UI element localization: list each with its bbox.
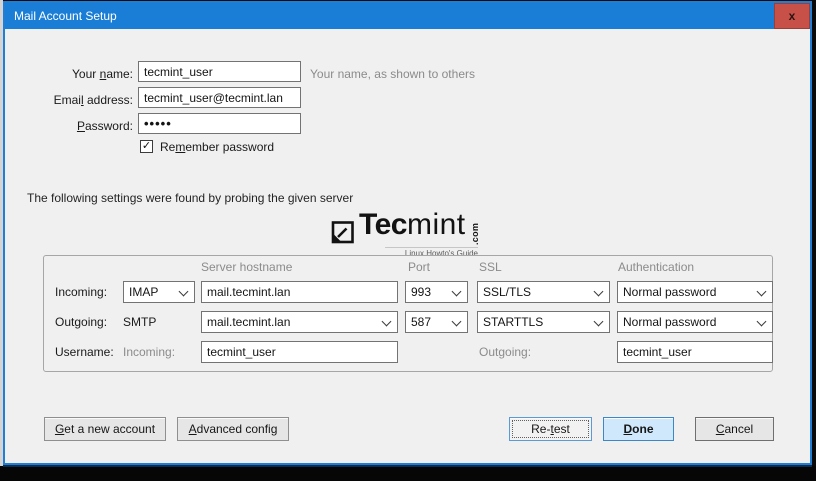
close-icon: x <box>789 9 796 23</box>
outgoing-hostname-select[interactable]: mail.tecmint.lan <box>201 311 398 333</box>
tecmint-arrow-icon <box>330 220 355 245</box>
checkmark-icon: ✓ <box>141 141 152 152</box>
remember-password-checkbox[interactable]: ✓ <box>140 140 153 153</box>
column-header-ssl: SSL <box>479 260 502 274</box>
chevron-down-icon <box>452 287 462 297</box>
email-address-input[interactable] <box>138 87 301 108</box>
email-address-label: Email address: <box>15 93 133 107</box>
username-row-label: Username: <box>55 345 114 359</box>
incoming-auth-value: Normal password <box>623 285 716 299</box>
outgoing-auth-select[interactable]: Normal password <box>617 311 773 333</box>
tecmint-logo: Tecmint .com Linux Howto's Guide <box>330 214 490 258</box>
incoming-auth-select[interactable]: Normal password <box>617 281 773 303</box>
dialog-title: Mail Account Setup <box>14 3 117 29</box>
incoming-protocol-select[interactable]: IMAP <box>123 281 195 303</box>
background-bottom-band <box>0 466 816 481</box>
your-name-label: Your name: <box>15 67 133 81</box>
incoming-port-select[interactable]: 993 <box>405 281 468 303</box>
logo-divider <box>385 247 478 248</box>
mail-account-setup-dialog: Mail Account Setup x Your name: Your nam… <box>3 1 812 465</box>
screen: Mail Account Setup x Your name: Your nam… <box>0 0 816 481</box>
outgoing-port-value: 587 <box>411 315 431 329</box>
outgoing-protocol-text: SMTP <box>123 315 156 329</box>
incoming-hostname-input[interactable] <box>201 281 398 303</box>
password-label: Password: <box>15 119 133 133</box>
username-outgoing-label: Outgoing: <box>479 345 531 359</box>
column-header-authentication: Authentication <box>618 260 694 274</box>
outgoing-ssl-value: STARTTLS <box>483 315 543 329</box>
outgoing-auth-value: Normal password <box>623 315 716 329</box>
remember-password-label[interactable]: Remember password <box>160 140 274 154</box>
chevron-down-icon <box>179 287 189 297</box>
done-button[interactable]: Done <box>603 417 674 441</box>
your-name-hint: Your name, as shown to others <box>310 67 475 81</box>
outgoing-hostname-value: mail.tecmint.lan <box>207 315 290 329</box>
username-incoming-input[interactable] <box>201 341 398 363</box>
chevron-down-icon <box>594 317 604 327</box>
outgoing-port-select[interactable]: 587 <box>405 311 468 333</box>
get-new-account-button[interactable]: Get a new account <box>44 417 166 441</box>
chevron-down-icon <box>594 287 604 297</box>
tecmint-brand-text: Tecmint <box>359 208 466 242</box>
chevron-down-icon <box>452 317 462 327</box>
your-name-input[interactable] <box>138 61 301 82</box>
advanced-config-button[interactable]: Advanced config <box>177 417 289 441</box>
cancel-button[interactable]: Cancel <box>695 417 774 441</box>
incoming-protocol-value: IMAP <box>129 285 158 299</box>
incoming-row-label: Incoming: <box>55 285 107 299</box>
password-input[interactable] <box>138 113 301 134</box>
close-button[interactable]: x <box>774 3 810 29</box>
probe-result-message: The following settings were found by pro… <box>27 191 353 205</box>
outgoing-row-label: Outgoing: <box>55 315 107 329</box>
incoming-ssl-select[interactable]: SSL/TLS <box>477 281 610 303</box>
incoming-port-value: 993 <box>411 285 431 299</box>
incoming-ssl-value: SSL/TLS <box>483 285 531 299</box>
chevron-down-icon <box>757 287 767 297</box>
tecmint-tld-text: .com <box>470 223 480 245</box>
brand-bold: Tec <box>359 208 407 241</box>
username-incoming-label: Incoming: <box>123 345 175 359</box>
outgoing-ssl-select[interactable]: STARTTLS <box>477 311 610 333</box>
column-header-port: Port <box>408 260 430 274</box>
column-header-hostname: Server hostname <box>201 260 292 274</box>
retest-button[interactable]: Re-test <box>509 417 592 441</box>
username-outgoing-input[interactable] <box>617 341 773 363</box>
chevron-down-icon <box>757 317 767 327</box>
brand-light: mint <box>407 208 466 241</box>
chevron-down-icon <box>382 317 392 327</box>
title-bar[interactable]: Mail Account Setup x <box>5 3 810 29</box>
